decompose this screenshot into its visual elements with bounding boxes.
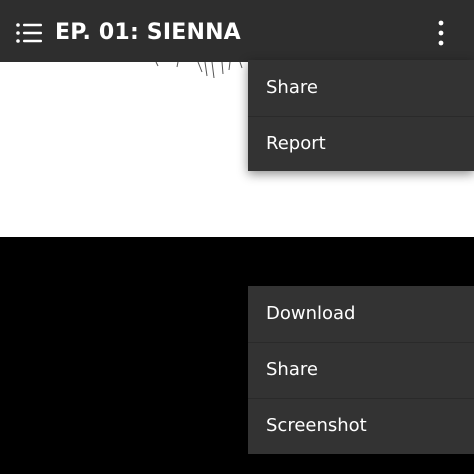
episode-title: EP. 01: SIENNA bbox=[55, 20, 241, 45]
menu-item-share[interactable]: Share bbox=[248, 60, 474, 116]
comic-artwork-fragment bbox=[155, 62, 243, 79]
top-app-bar: EP. 01: SIENNA bbox=[0, 0, 474, 62]
menu-item-share[interactable]: Share bbox=[248, 342, 474, 398]
overflow-menu-top: Share Report bbox=[248, 60, 474, 171]
menu-item-download[interactable]: Download bbox=[248, 286, 474, 342]
overflow-menu-bottom: Download Share Screenshot bbox=[248, 286, 474, 454]
hamburger-menu-icon[interactable] bbox=[16, 22, 42, 44]
menu-item-report[interactable]: Report bbox=[248, 116, 474, 172]
more-vertical-icon[interactable] bbox=[430, 19, 452, 47]
menu-item-screenshot[interactable]: Screenshot bbox=[248, 398, 474, 454]
